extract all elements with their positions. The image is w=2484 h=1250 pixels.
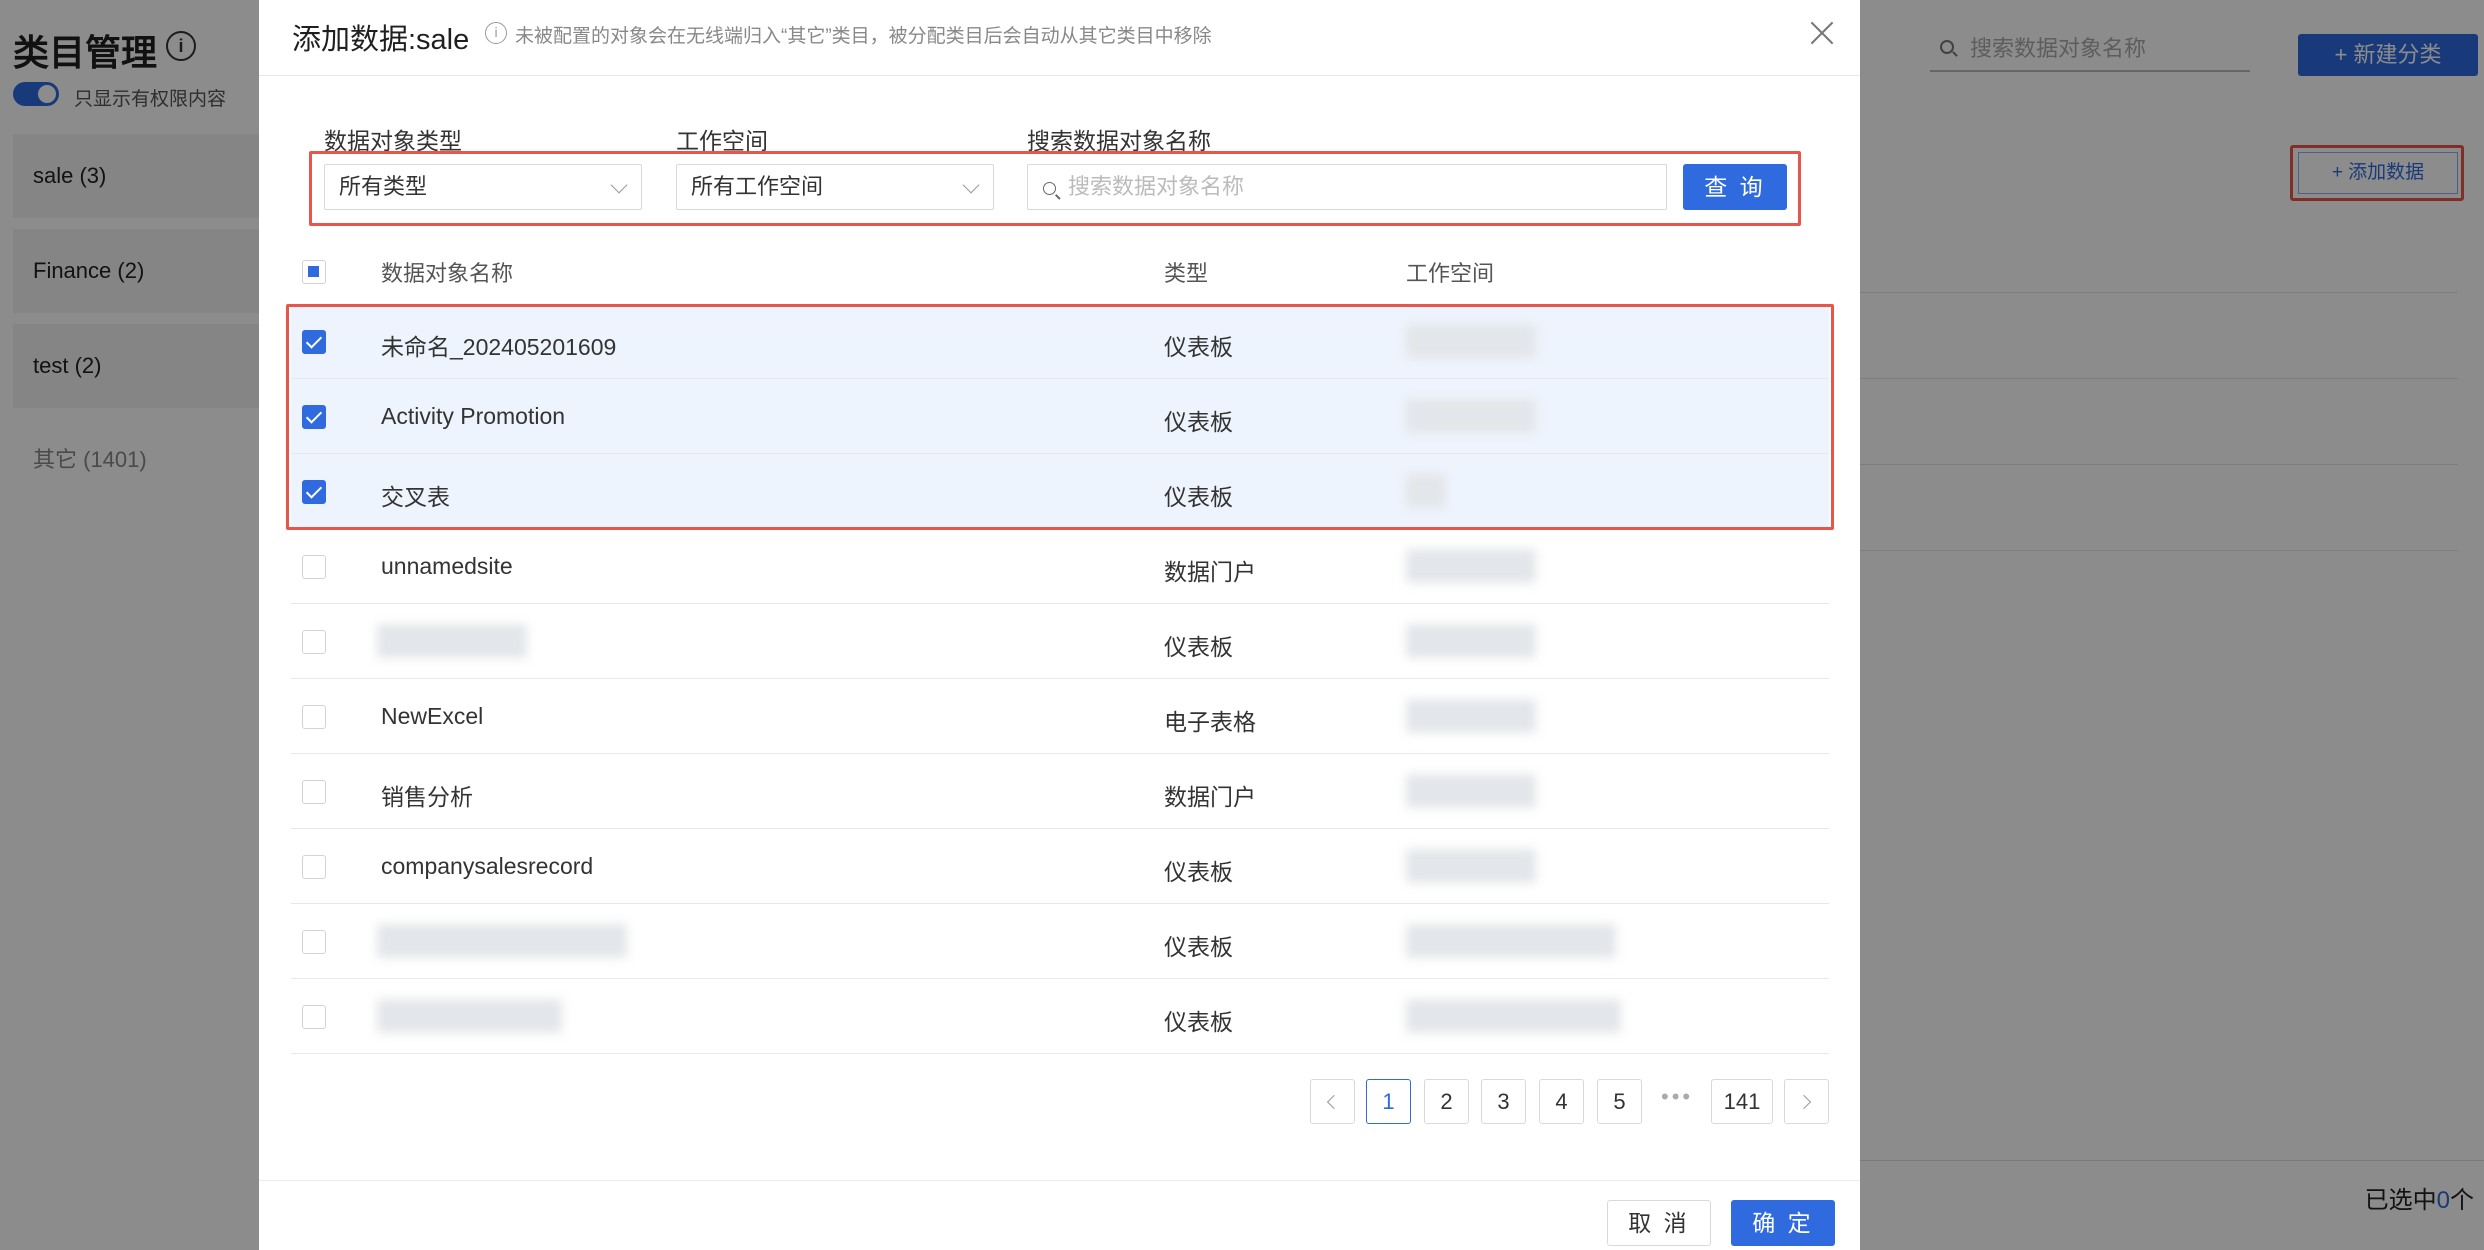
table-row[interactable]: 销售分析 数据门户: [291, 754, 1829, 829]
row-type: 电子表格: [1164, 709, 1256, 735]
row-type: 数据门户: [1164, 559, 1256, 585]
pagination-page-5[interactable]: 5: [1597, 1079, 1642, 1124]
pagination-next-button[interactable]: [1784, 1079, 1829, 1124]
row-name: NewExcel: [381, 703, 484, 729]
row-checkbox[interactable]: [302, 930, 326, 954]
table-row[interactable]: 仪表板: [291, 979, 1829, 1054]
table-row[interactable]: unnamedsite 数据门户: [291, 529, 1829, 604]
table-row[interactable]: 仪表板: [291, 604, 1829, 679]
filter-highlight-box: [309, 151, 1801, 226]
row-checkbox[interactable]: [302, 1005, 326, 1029]
table-row[interactable]: NewExcel 电子表格: [291, 679, 1829, 754]
row-name: 销售分析: [381, 784, 473, 810]
row-checkbox[interactable]: [302, 780, 326, 804]
pagination-page-4[interactable]: 4: [1539, 1079, 1584, 1124]
row-workspace-blurred: [1406, 699, 1536, 733]
table-header: 数据对象名称 类型 工作空间: [291, 246, 1829, 304]
row-type: 仪表板: [1164, 859, 1233, 885]
cancel-button[interactable]: 取 消: [1607, 1200, 1711, 1246]
row-workspace-blurred: [1406, 549, 1536, 583]
modal-tip: 未被配置的对象会在无线端归入“其它”类目，被分配类目后会自动从其它类目中移除: [515, 26, 1212, 47]
row-checkbox[interactable]: [302, 630, 326, 654]
row-checkbox[interactable]: [302, 555, 326, 579]
table-row[interactable]: companysalesrecord 仪表板: [291, 829, 1829, 904]
pagination-page-last[interactable]: 141: [1711, 1079, 1773, 1124]
row-type: 仪表板: [1164, 934, 1233, 960]
row-name-blurred: [377, 924, 627, 958]
row-name: unnamedsite: [381, 553, 513, 579]
row-checkbox[interactable]: [302, 855, 326, 879]
pagination-page-2[interactable]: 2: [1424, 1079, 1469, 1124]
row-type: 仪表板: [1164, 1009, 1233, 1035]
pagination-page-3[interactable]: 3: [1481, 1079, 1526, 1124]
column-header-type: 类型: [1164, 261, 1209, 286]
chevron-left-icon: [1326, 1094, 1342, 1110]
row-name: companysalesrecord: [381, 853, 594, 879]
column-header-workspace: 工作空间: [1406, 261, 1495, 286]
add-data-modal: 添加数据:sale i 未被配置的对象会在无线端归入“其它”类目，被分配类目后会…: [259, 0, 1860, 1250]
column-header-name: 数据对象名称: [381, 261, 514, 286]
row-workspace-blurred: [1406, 924, 1616, 958]
confirm-button[interactable]: 确 定: [1731, 1200, 1835, 1246]
row-workspace-blurred: [1406, 624, 1536, 658]
chevron-right-icon: [1796, 1094, 1812, 1110]
selected-rows-highlight-box: [286, 304, 1834, 530]
row-type: 仪表板: [1164, 634, 1233, 660]
modal-header: 添加数据:sale i 未被配置的对象会在无线端归入“其它”类目，被分配类目后会…: [259, 0, 1860, 76]
row-checkbox[interactable]: [302, 705, 326, 729]
pagination-prev-button[interactable]: [1310, 1079, 1355, 1124]
pagination-page-1[interactable]: 1: [1366, 1079, 1411, 1124]
table-row[interactable]: 仪表板: [291, 904, 1829, 979]
row-workspace-blurred: [1406, 849, 1536, 883]
info-icon: i: [485, 22, 507, 44]
row-name-blurred: [377, 999, 562, 1033]
select-all-checkbox[interactable]: [302, 260, 326, 284]
pagination-ellipsis[interactable]: •••: [1661, 1084, 1693, 1110]
modal-title: 添加数据:sale: [292, 24, 470, 56]
row-type: 数据门户: [1164, 784, 1256, 810]
row-name-blurred: [377, 624, 527, 658]
row-workspace-blurred: [1406, 774, 1536, 808]
row-workspace-blurred: [1406, 999, 1621, 1033]
close-icon[interactable]: [1807, 18, 1837, 48]
